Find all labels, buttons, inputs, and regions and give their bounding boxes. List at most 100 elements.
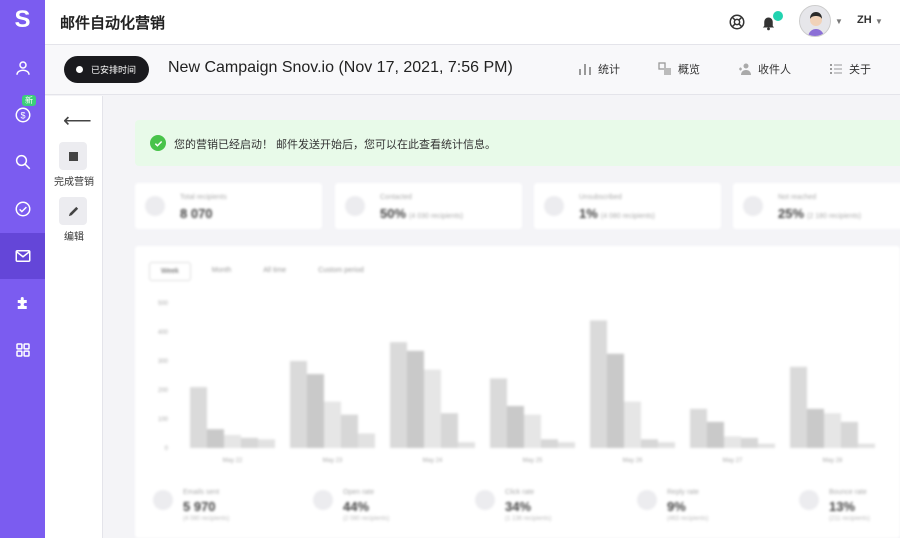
success-alert: 您的营销已经启动！ 邮件发送开始后，您可以在此查看统计信息。 (135, 120, 900, 166)
tab-stats-label: 统计 (598, 64, 620, 76)
chart-bar[interactable] (358, 433, 375, 449)
chart-bar[interactable] (424, 369, 441, 448)
user-avatar-icon (800, 6, 830, 36)
metric-sub: (1 136 recipients) (505, 516, 552, 522)
pencil-icon (68, 206, 78, 216)
period-tab[interactable]: All time (252, 262, 297, 281)
chart-bar[interactable] (524, 414, 541, 448)
sidebar-item-apps[interactable] (0, 327, 45, 373)
finish-campaign-button[interactable] (59, 142, 87, 170)
chart-bar[interactable] (324, 401, 341, 448)
stat-value: 1% (4 080 recipients) (579, 206, 655, 221)
chart-bar[interactable] (458, 442, 475, 448)
mail-icon (15, 250, 30, 262)
sidebar-item-search[interactable] (0, 139, 45, 185)
chart-bar[interactable] (741, 437, 758, 448)
chart-bar[interactable] (258, 439, 275, 448)
period-tab[interactable]: Custom period (307, 262, 375, 281)
chart-bar[interactable] (858, 443, 875, 448)
chart-bar[interactable] (307, 374, 324, 448)
stat-sub: (4 030 recipients) (409, 213, 464, 220)
metric-item: Reply rate 9% (463 recipients) (619, 489, 759, 526)
chevron-down-icon[interactable]: ▼ (835, 17, 843, 26)
sidebar-item-integrations[interactable] (0, 280, 45, 326)
metric-icon (475, 490, 495, 510)
list-icon (830, 64, 842, 74)
tab-overview[interactable]: 概览 (658, 61, 700, 77)
svg-text:$: $ (20, 110, 25, 120)
chart-bar[interactable] (807, 408, 824, 448)
stat-card: Unsubscribed 1% (4 080 recipients) (534, 183, 721, 229)
stat-icon (743, 196, 763, 216)
stat-sub: (2 180 recipients) (807, 213, 862, 220)
x-tick-label: May 23 (323, 458, 343, 464)
metric-item: Bounce rate 13% (211 recipients) (781, 489, 900, 526)
metric-sub: (463 recipients) (667, 516, 709, 522)
chart-bar[interactable] (558, 442, 575, 448)
period-tabs: Week Month All time Custom period (149, 262, 385, 281)
chart-bar[interactable] (507, 405, 524, 448)
tab-about[interactable]: 关于 (829, 61, 871, 77)
metric-sub: (211 recipients) (829, 516, 870, 522)
chart-bar[interactable] (690, 408, 707, 448)
chart-bar[interactable] (841, 421, 858, 448)
chart-bar[interactable] (790, 366, 807, 448)
chart-bar[interactable] (390, 342, 407, 448)
edit-campaign-button[interactable] (59, 197, 87, 225)
chart-bar[interactable] (641, 439, 658, 448)
chart-bar[interactable] (441, 413, 458, 448)
chart-bar[interactable] (207, 429, 224, 448)
metric-icon (313, 490, 333, 510)
chart-bar[interactable] (707, 421, 724, 448)
y-tick-label: 200 (158, 388, 169, 394)
y-tick-label: 400 (158, 330, 169, 336)
language-selector[interactable]: ZH (857, 14, 872, 26)
coin-icon: $ (15, 107, 30, 123)
metric-value: 13% (829, 499, 856, 514)
main-sidebar: S $ 新 (0, 0, 45, 538)
overview-icon (658, 62, 671, 75)
sidebar-item-campaigns[interactable] (0, 233, 45, 279)
period-tab[interactable]: Week (149, 262, 191, 281)
notification-dot (773, 11, 783, 21)
help-button[interactable] (726, 11, 748, 33)
chart-bar[interactable] (490, 378, 507, 448)
avatar[interactable] (799, 5, 831, 37)
status-badge[interactable]: 已安排时间 (64, 56, 149, 83)
app-logo[interactable]: S (0, 4, 45, 36)
chart-bar[interactable] (724, 436, 741, 448)
chart-bar[interactable] (590, 320, 607, 448)
chevron-down-icon[interactable]: ▼ (875, 17, 883, 26)
sidebar-item-verifier[interactable] (0, 186, 45, 232)
chart-bar[interactable] (407, 350, 424, 448)
stat-card: Total recipients 8 070 (135, 183, 322, 229)
chart-bar[interactable] (624, 401, 641, 448)
stat-label: Contacted (380, 194, 412, 201)
search-icon (15, 154, 30, 170)
alert-text: 您的营销已经启动！ 邮件发送开始后，您可以在此查看统计信息。 (174, 139, 497, 151)
chart-bar[interactable] (541, 439, 558, 448)
x-tick-label: May 25 (523, 458, 543, 464)
chart-bar[interactable] (190, 387, 207, 448)
period-tab[interactable]: Month (201, 262, 242, 281)
chart-bar[interactable] (341, 414, 358, 448)
metric-item: Emails sent 5 970 (4 080 recipients) (135, 489, 275, 526)
x-tick-label: May 28 (823, 458, 843, 464)
chart-bar[interactable] (658, 442, 675, 448)
chart-bar[interactable] (824, 413, 841, 448)
bar-chart: 0 100 200 300 400 500 May 22 May 23 May 24 May 25… (158, 301, 875, 464)
y-tick-label: 100 (158, 417, 169, 423)
metric-label: Open rate (343, 489, 375, 496)
back-arrow-icon[interactable]: ⟵ (63, 108, 92, 133)
edit-campaign-label: 编辑 (64, 232, 84, 243)
metric-icon (637, 490, 657, 510)
chart-bar[interactable] (607, 353, 624, 448)
sidebar-item-prospects[interactable] (0, 45, 45, 91)
tab-recipients[interactable]: 收件人 (738, 61, 791, 77)
chart-bar[interactable] (758, 443, 775, 448)
chart-bar[interactable] (241, 437, 258, 448)
page-title: 邮件自动化营销 (60, 15, 166, 32)
chart-bar[interactable] (290, 361, 307, 448)
tab-stats[interactable]: 统计 (578, 61, 620, 77)
chart-bar[interactable] (224, 434, 241, 448)
